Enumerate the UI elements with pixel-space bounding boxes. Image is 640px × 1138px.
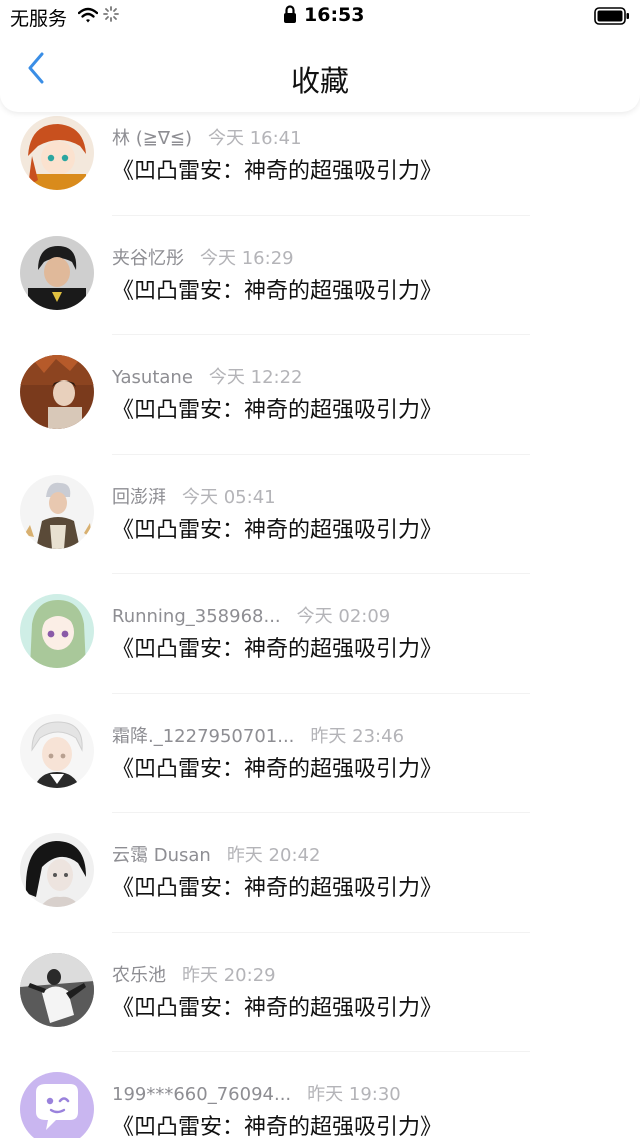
username[interactable]: 云霭 Dusan [112,845,211,866]
list-item[interactable]: 夹谷忆彤 今天 16:29 《凹凸雷安：神奇的超强吸引力》 [0,216,640,335]
item-title[interactable]: 《凹凸雷安：神奇的超强吸引力》 [112,1109,442,1138]
status-time: 16:53 [304,4,365,26]
item-title[interactable]: 《凹凸雷安：神奇的超强吸引力》 [112,870,442,902]
timestamp: 昨天 20:29 [182,964,276,986]
avatar[interactable] [20,713,94,788]
battery-icon [594,7,630,29]
avatar[interactable] [20,355,94,429]
item-title[interactable]: 《凹凸雷安：神奇的超强吸引力》 [112,273,442,305]
list-item[interactable]: 霜降._1227950701... 昨天 23:46 《凹凸雷安：神奇的超强吸引力… [0,694,640,813]
avatar[interactable] [20,594,94,668]
item-title[interactable]: 《凹凸雷安：神奇的超强吸引力》 [112,990,442,1022]
item-meta: 夹谷忆彤 今天 16:29 [112,244,294,270]
avatar[interactable] [20,235,94,310]
username[interactable]: 霜降._1227950701... [112,726,294,747]
avatar[interactable] [20,952,94,1027]
timestamp: 今天 05:41 [182,486,276,508]
screen: 无服务 16:53 收藏 林 (≧∇≦) 今天 16:41 《凹凸雷安：神奇的超… [0,0,640,1138]
nav-bar: 收藏 [0,32,640,112]
list-item[interactable]: 林 (≧∇≦) 今天 16:41 《凹凸雷安：神奇的超强吸引力》 [0,96,640,216]
timestamp: 今天 12:22 [208,367,303,388]
lock-icon [283,4,297,28]
avatar[interactable] [20,833,94,907]
avatar[interactable] [20,474,94,549]
item-meta: Running_358968... 今天 02:09 [112,602,390,628]
avatar[interactable] [20,1072,94,1138]
timestamp: 今天 16:41 [207,128,302,149]
list-item[interactable]: 农乐池 昨天 20:29 《凹凸雷安：神奇的超强吸引力》 [0,933,640,1052]
username[interactable]: 林 (≧∇≦) [112,128,192,149]
list-item[interactable]: 199***660_76094... 昨天 19:30 《凹凸雷安：神奇的超强吸引… [0,1052,640,1138]
item-title[interactable]: 《凹凸雷安：神奇的超强吸引力》 [112,392,442,424]
timestamp: 昨天 23:46 [310,725,405,747]
list-item[interactable]: 云霭 Dusan 昨天 20:42 《凹凸雷安：神奇的超强吸引力》 [0,813,640,933]
list-item[interactable]: Yasutane 今天 12:22 《凹凸雷安：神奇的超强吸引力》 [0,335,640,455]
favorites-list: 林 (≧∇≦) 今天 16:41 《凹凸雷安：神奇的超强吸引力》 夹谷忆彤 今天 1… [0,96,640,1138]
username[interactable]: 农乐池 [112,965,166,986]
username[interactable]: 回澎湃 [112,487,166,508]
username[interactable]: 夹谷忆彤 [112,248,184,269]
item-meta: 回澎湃 今天 05:41 [112,483,276,509]
item-title[interactable]: 《凹凸雷安：神奇的超强吸引力》 [112,512,442,544]
item-title[interactable]: 《凹凸雷安：神奇的超强吸引力》 [112,751,442,783]
avatar[interactable] [20,116,94,190]
username[interactable]: Running_358968... [112,606,281,627]
list-item[interactable]: Running_358968... 今天 02:09 《凹凸雷安：神奇的超强吸引力… [0,574,640,694]
username[interactable]: Yasutane [112,367,193,388]
timestamp: 今天 02:09 [296,606,391,627]
item-meta: Yasutane 今天 12:22 [112,363,303,389]
page-title: 收藏 [290,64,349,98]
wifi-icon [77,7,99,27]
item-meta: 199***660_76094... 昨天 19:30 [112,1080,401,1106]
item-title[interactable]: 《凹凸雷安：神奇的超强吸引力》 [112,631,442,663]
timestamp: 昨天 20:42 [226,845,321,866]
item-meta: 霜降._1227950701... 昨天 23:46 [112,722,404,748]
list-item[interactable]: 回澎湃 今天 05:41 《凹凸雷安：神奇的超强吸引力》 [0,455,640,574]
item-title[interactable]: 《凹凸雷安：神奇的超强吸引力》 [112,153,442,185]
item-meta: 林 (≧∇≦) 今天 16:41 [112,124,302,150]
status-bar: 无服务 16:53 [0,0,640,32]
username[interactable]: 199***660_76094... [112,1084,291,1105]
carrier-label: 无服务 [10,8,68,30]
loading-spinner-icon [103,6,119,26]
timestamp: 昨天 19:30 [307,1084,401,1105]
item-meta: 云霭 Dusan 昨天 20:42 [112,841,320,867]
timestamp: 今天 16:29 [200,247,294,269]
item-meta: 农乐池 昨天 20:29 [112,961,276,987]
